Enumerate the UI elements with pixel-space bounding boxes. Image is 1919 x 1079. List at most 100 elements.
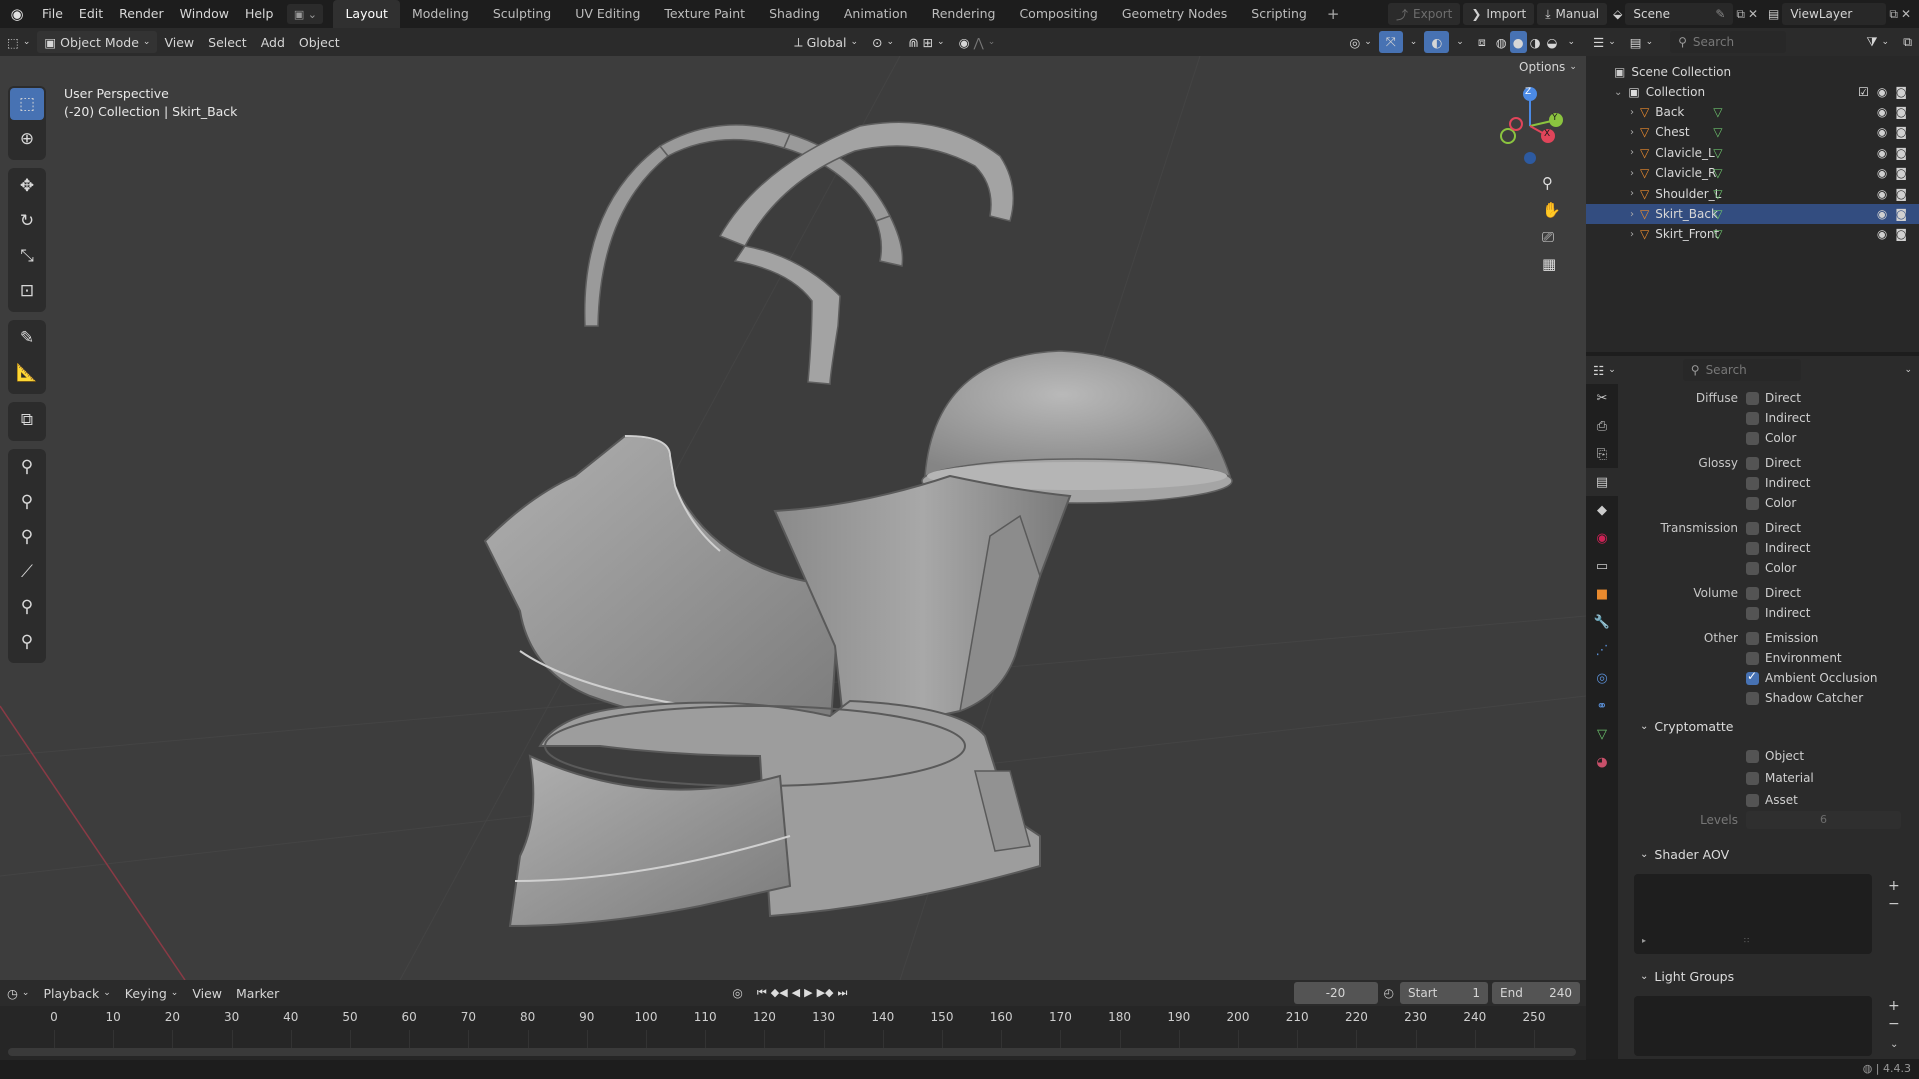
cursor-tool-icon[interactable]: ⊕ xyxy=(10,123,44,155)
timeline-editor-type[interactable]: ◷ ⌄ xyxy=(0,982,36,1004)
eye-icon[interactable]: ◉ xyxy=(1877,227,1887,241)
cryptomatte-panel-header[interactable]: ⌄ Cryptomatte xyxy=(1640,714,1733,738)
tab-layout[interactable]: Layout xyxy=(333,0,400,28)
light-groups-panel-header[interactable]: ⌄ Light Groups xyxy=(1640,964,1734,988)
3d-viewport[interactable]: User Perspective (-20) Collection | Skir… xyxy=(0,56,1586,980)
add-workspace-button[interactable]: + xyxy=(1319,5,1348,23)
overlay-options[interactable]: ⌄ xyxy=(1449,31,1471,53)
remove-view-layer-icon[interactable]: ✕ xyxy=(1901,7,1911,21)
expand-triangle-icon[interactable]: ▸ xyxy=(1642,936,1646,945)
data-tab-icon[interactable]: ▽ xyxy=(1586,720,1618,748)
outliner-object-row[interactable]: › ▽ Shoulder_L ▽ ◉ ◙ xyxy=(1586,184,1919,204)
camera-render-icon[interactable]: ◙ xyxy=(1895,125,1907,139)
eye-icon[interactable]: ◉ xyxy=(1877,146,1887,160)
camera-render-icon[interactable]: ◙ xyxy=(1895,187,1907,201)
outliner-object-row[interactable]: › ▽ Back ▽ ◉ ◙ xyxy=(1586,102,1919,122)
view-layer-icon[interactable]: ▤ xyxy=(1768,7,1779,21)
next-keyframe-icon[interactable]: ▶◆ xyxy=(817,986,834,1000)
start-frame-field[interactable]: Start 1 xyxy=(1400,982,1489,1004)
pass-other-shadow-catcher-checkbox[interactable]: Shadow Catcher xyxy=(1746,688,1863,708)
eye-icon[interactable]: ◉ xyxy=(1877,207,1887,221)
options-dropdown[interactable]: Options ⌄ xyxy=(1512,56,1584,78)
prev-keyframe-icon[interactable]: ◆◀ xyxy=(771,986,788,1000)
pass-other-ambient-occlusion-checkbox[interactable]: Ambient Occlusion xyxy=(1746,668,1877,688)
viewport-scene[interactable] xyxy=(0,56,1586,980)
tab-uv-editing[interactable]: UV Editing xyxy=(563,0,652,28)
pass-other-environment-checkbox[interactable]: Environment xyxy=(1746,648,1842,668)
pass-diffuse-color-checkbox[interactable]: Color xyxy=(1746,428,1796,448)
camera-icon[interactable]: ⎚ xyxy=(1542,228,1561,246)
zoom-icon[interactable]: ⚲ xyxy=(1542,174,1561,192)
view-layer-selector[interactable]: ViewLayer xyxy=(1782,3,1887,25)
hand-pan-icon[interactable]: ✋ xyxy=(1542,201,1561,219)
timeline-menu-keying[interactable]: Keying ⌄ xyxy=(118,982,186,1004)
tab-modeling[interactable]: Modeling xyxy=(400,0,481,28)
chest-piece[interactable] xyxy=(483,434,842,738)
mesh-data-icon[interactable]: ▽ xyxy=(1713,146,1722,160)
move-tool-icon[interactable]: ✥ xyxy=(10,170,44,202)
scale-tool-icon[interactable]: ⤡ xyxy=(10,240,44,272)
add-light-group-button[interactable]: + xyxy=(1888,998,1900,1014)
viewport-menu-object[interactable]: Object xyxy=(292,31,347,53)
timeline-menu-playback[interactable]: Playback ⌄ xyxy=(36,982,117,1004)
timeline-scrollbar[interactable] xyxy=(8,1048,1576,1056)
pass-glossy-indirect-checkbox[interactable]: Indirect xyxy=(1746,473,1810,493)
wireframe-shading-button[interactable]: ◍ xyxy=(1493,31,1510,53)
display-mode-selector[interactable]: ▤ ⌄ xyxy=(1623,31,1660,53)
annotate-tool-icon[interactable]: ✎ xyxy=(10,322,44,354)
outliner-editor-type[interactable]: ☰ ⌄ xyxy=(1586,31,1623,53)
eye-icon[interactable]: ◉ xyxy=(1877,125,1887,139)
timeline-body[interactable]: 0 10 20 30 40 50 60 70 80 90 100 110 120 130 140 150 160… xyxy=(0,1006,1586,1060)
remove-aov-button[interactable]: − xyxy=(1888,896,1900,912)
pivot-selector[interactable]: ⊙ ⌄ xyxy=(865,31,901,53)
view-layer-tab-icon[interactable]: ▤ xyxy=(1586,468,1618,496)
pass-glossy-color-checkbox[interactable]: Color xyxy=(1746,493,1796,513)
auto-keying-icon[interactable]: ◎ xyxy=(732,986,742,1000)
workspace-icon[interactable]: ▣ ⌄ xyxy=(287,4,324,24)
shader-aov-panel-header[interactable]: ⌄ Shader AOV xyxy=(1640,842,1729,866)
eye-icon[interactable]: ◉ xyxy=(1877,85,1887,99)
outliner-object-row[interactable]: › ▽ Skirt_Back ▽ ◉ ◙ xyxy=(1586,204,1919,224)
tab-rendering[interactable]: Rendering xyxy=(920,0,1008,28)
add-aov-button[interactable]: + xyxy=(1888,878,1900,894)
grid-perspective-icon[interactable]: ▦ xyxy=(1542,255,1561,273)
scene-icon[interactable]: ⬙ xyxy=(1613,7,1622,21)
properties-editor-type[interactable]: ☷ ⌄ xyxy=(1586,359,1623,381)
mode-selector[interactable]: ▣ Object Mode ⌄ xyxy=(37,31,158,53)
remove-light-group-button[interactable]: − xyxy=(1888,1016,1900,1032)
cryptomatte-material-checkbox[interactable]: Material xyxy=(1746,768,1814,788)
physics-tab-icon[interactable]: ◎ xyxy=(1586,664,1618,692)
camera-render-icon[interactable]: ◙ xyxy=(1895,207,1907,221)
filter-button[interactable]: ⧩ ⌄ xyxy=(1859,31,1896,53)
eye-icon[interactable]: ◉ xyxy=(1877,166,1887,180)
snap-toggle[interactable]: ⋒ ⊞ ⌄ xyxy=(901,31,952,53)
outliner-object-row[interactable]: › ▽ Skirt_Front ▽ ◉ ◙ xyxy=(1586,224,1919,244)
chevron-right-icon[interactable]: › xyxy=(1630,168,1634,179)
tab-sculpting[interactable]: Sculpting xyxy=(481,0,563,28)
select-box-tool-icon[interactable]: ⬚ xyxy=(10,88,44,120)
camera-render-icon[interactable]: ◙ xyxy=(1895,85,1907,99)
scene-tab-icon[interactable]: ◆ xyxy=(1586,496,1618,524)
chevron-right-icon[interactable]: › xyxy=(1630,229,1634,240)
chevron-right-icon[interactable]: › xyxy=(1630,107,1634,118)
camera-render-icon[interactable]: ◙ xyxy=(1895,166,1907,180)
overlay-toggle[interactable]: ◐ xyxy=(1424,31,1450,53)
cryptomatte-asset-checkbox[interactable]: Asset xyxy=(1746,790,1798,810)
mesh-data-icon[interactable]: ▽ xyxy=(1713,227,1722,241)
output-tab-icon[interactable]: ⎘ xyxy=(1586,440,1618,468)
pass-diffuse-direct-checkbox[interactable]: Direct xyxy=(1746,388,1801,408)
visibility-selector[interactable]: ◎ ⌄ xyxy=(1342,31,1378,53)
pass-glossy-direct-checkbox[interactable]: Direct xyxy=(1746,453,1801,473)
transform-orientation-selector[interactable]: ⟂ Global ⌄ xyxy=(787,31,865,53)
tab-shading[interactable]: Shading xyxy=(757,0,832,28)
pass-volume-indirect-checkbox[interactable]: Indirect xyxy=(1746,603,1810,623)
solid-shading-button[interactable]: ● xyxy=(1509,31,1527,53)
render-tab-icon[interactable]: ⎙ xyxy=(1586,412,1618,440)
outliner-object-row[interactable]: › ▽ Chest ▽ ◉ ◙ xyxy=(1586,122,1919,142)
material-tab-icon[interactable]: ◕ xyxy=(1586,748,1618,776)
current-frame-field[interactable]: -20 xyxy=(1293,982,1378,1004)
import-button[interactable]: ❯ Import xyxy=(1463,3,1535,25)
menu-edit[interactable]: Edit xyxy=(71,0,111,28)
pass-volume-direct-checkbox[interactable]: Direct xyxy=(1746,583,1801,603)
rendered-shading-button[interactable]: ◒ xyxy=(1544,31,1561,53)
